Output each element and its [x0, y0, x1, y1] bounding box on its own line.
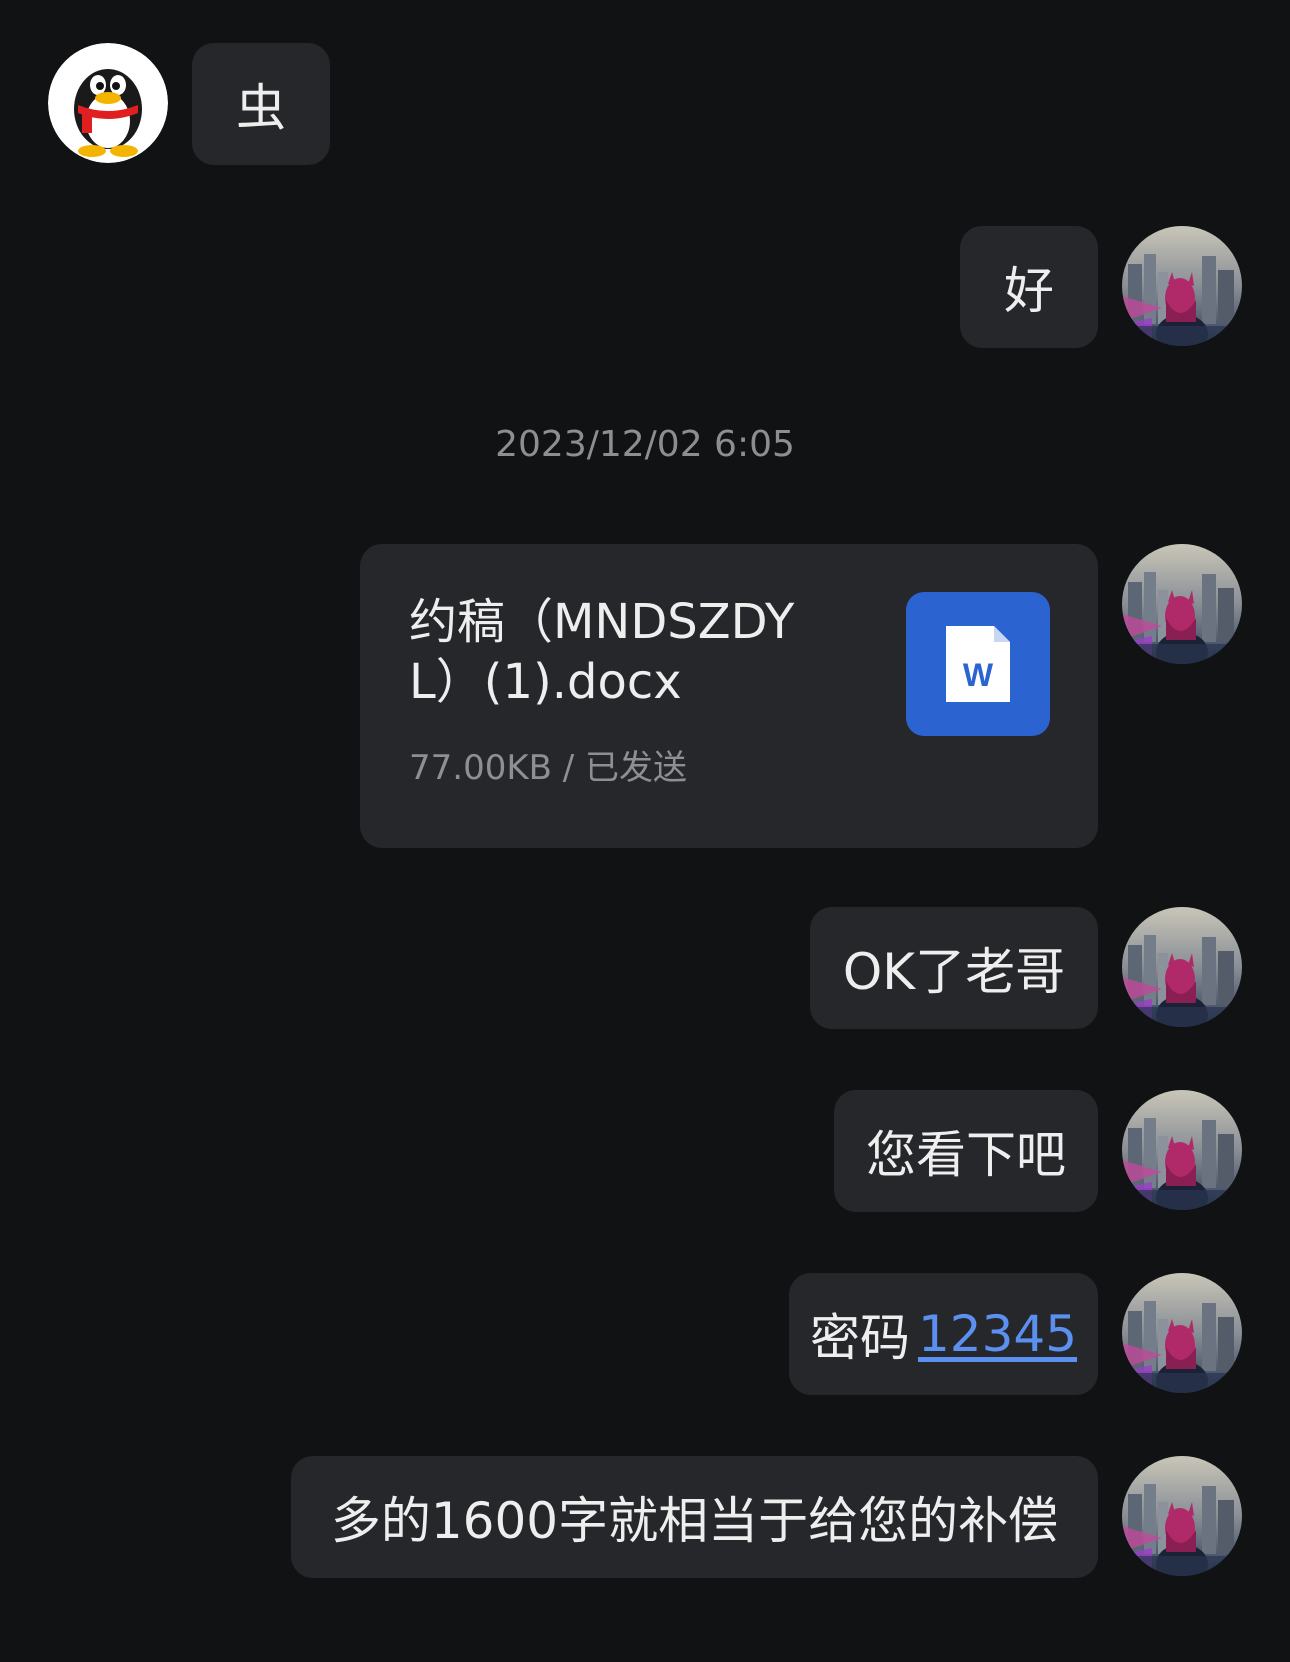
message-text: 您看下吧 — [866, 1126, 1066, 1184]
timestamp: 2023/12/02 6:05 — [495, 424, 795, 465]
message-text: 虫 — [236, 79, 286, 137]
message-bubble[interactable]: 多的1600字就相当于给您的补偿 — [291, 1456, 1098, 1578]
my-avatar[interactable] — [1122, 544, 1242, 664]
message-bubble[interactable]: 您看下吧 — [834, 1090, 1098, 1212]
user-avatar-image-icon — [1122, 1090, 1242, 1210]
my-avatar[interactable] — [1122, 1456, 1242, 1576]
password-link[interactable]: 12345 — [918, 1305, 1077, 1363]
user-avatar-image-icon — [1122, 226, 1242, 346]
message-text: 多的1600字就相当于给您的补偿 — [330, 1492, 1059, 1550]
message-bubble[interactable]: 虫 — [192, 43, 330, 165]
message-text: 好 — [1004, 262, 1054, 320]
my-avatar[interactable] — [1122, 1090, 1242, 1210]
message-bubble[interactable]: 密码 12345 — [789, 1273, 1098, 1395]
qq-penguin-icon — [48, 43, 168, 163]
message-bubble[interactable]: 好 — [960, 226, 1098, 348]
user-avatar-image-icon — [1122, 907, 1242, 1027]
word-doc-icon: W — [906, 592, 1050, 736]
user-avatar-image-icon — [1122, 1456, 1242, 1576]
message-text: OK了老哥 — [842, 943, 1066, 1001]
contact-avatar[interactable] — [48, 43, 168, 163]
svg-text:W: W — [963, 657, 994, 693]
my-avatar[interactable] — [1122, 1273, 1242, 1393]
file-name: 约稿（MNDSZDYL）(1).docx — [409, 594, 795, 710]
file-meta: 77.00KB / 已发送 — [409, 748, 688, 788]
user-avatar-image-icon — [1122, 1273, 1242, 1393]
user-avatar-image-icon — [1122, 544, 1242, 664]
message-text: 密码 — [809, 1309, 910, 1367]
message-bubble[interactable]: OK了老哥 — [810, 907, 1098, 1029]
my-avatar[interactable] — [1122, 226, 1242, 346]
my-avatar[interactable] — [1122, 907, 1242, 1027]
file-message-card[interactable]: 约稿（MNDSZDYL）(1).docx 77.00KB / 已发送 W — [360, 544, 1098, 848]
